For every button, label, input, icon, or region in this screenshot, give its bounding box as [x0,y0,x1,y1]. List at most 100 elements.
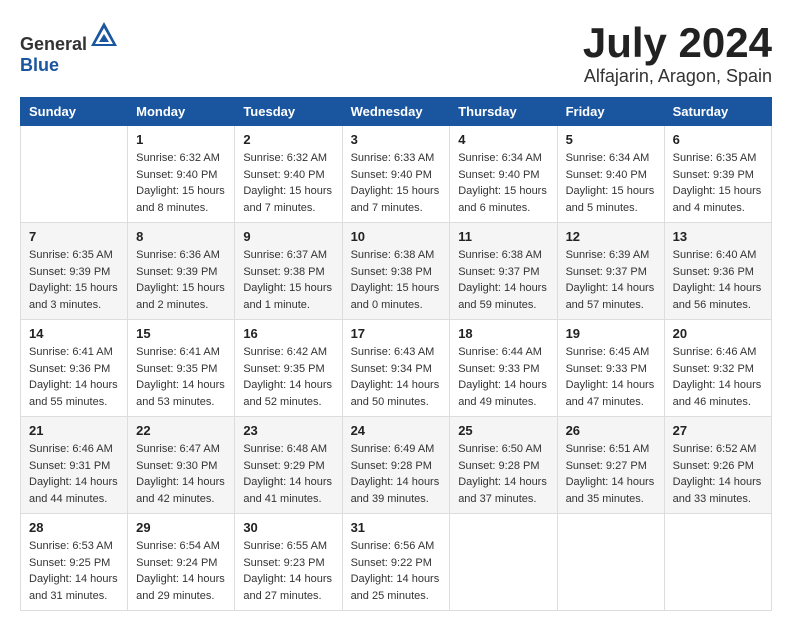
calendar-cell: 2 Sunrise: 6:32 AMSunset: 9:40 PMDayligh… [235,126,342,223]
day-number: 27 [673,423,763,438]
calendar-cell: 30 Sunrise: 6:55 AMSunset: 9:23 PMDaylig… [235,514,342,611]
cell-info: Sunrise: 6:32 AMSunset: 9:40 PMDaylight:… [243,152,332,214]
day-number: 6 [673,132,763,147]
day-number: 28 [29,520,119,535]
calendar-cell: 18 Sunrise: 6:44 AMSunset: 9:33 PMDaylig… [450,320,557,417]
cell-info: Sunrise: 6:37 AMSunset: 9:38 PMDaylight:… [243,249,332,311]
day-number: 8 [136,229,226,244]
day-number: 10 [351,229,442,244]
day-number: 20 [673,326,763,341]
calendar-cell: 21 Sunrise: 6:46 AMSunset: 9:31 PMDaylig… [21,417,128,514]
day-number: 21 [29,423,119,438]
cell-info: Sunrise: 6:45 AMSunset: 9:33 PMDaylight:… [566,346,655,408]
day-number: 16 [243,326,333,341]
day-number: 22 [136,423,226,438]
calendar-cell: 8 Sunrise: 6:36 AMSunset: 9:39 PMDayligh… [128,223,235,320]
calendar-week-row: 28 Sunrise: 6:53 AMSunset: 9:25 PMDaylig… [21,514,772,611]
calendar-cell: 23 Sunrise: 6:48 AMSunset: 9:29 PMDaylig… [235,417,342,514]
calendar-cell: 22 Sunrise: 6:47 AMSunset: 9:30 PMDaylig… [128,417,235,514]
cell-info: Sunrise: 6:34 AMSunset: 9:40 PMDaylight:… [566,152,655,214]
calendar-week-row: 7 Sunrise: 6:35 AMSunset: 9:39 PMDayligh… [21,223,772,320]
logo-blue: Blue [20,55,59,75]
day-number: 2 [243,132,333,147]
day-number: 29 [136,520,226,535]
calendar-cell: 15 Sunrise: 6:41 AMSunset: 9:35 PMDaylig… [128,320,235,417]
cell-info: Sunrise: 6:40 AMSunset: 9:36 PMDaylight:… [673,249,762,311]
cell-info: Sunrise: 6:46 AMSunset: 9:32 PMDaylight:… [673,346,762,408]
month-title: July 2024 [583,20,772,66]
calendar-cell: 6 Sunrise: 6:35 AMSunset: 9:39 PMDayligh… [664,126,771,223]
day-number: 30 [243,520,333,535]
day-header-tuesday: Tuesday [235,98,342,126]
calendar-cell: 3 Sunrise: 6:33 AMSunset: 9:40 PMDayligh… [342,126,450,223]
day-number: 31 [351,520,442,535]
cell-info: Sunrise: 6:35 AMSunset: 9:39 PMDaylight:… [29,249,118,311]
title-section: July 2024 Alfajarin, Aragon, Spain [583,20,772,87]
day-number: 23 [243,423,333,438]
calendar-cell: 4 Sunrise: 6:34 AMSunset: 9:40 PMDayligh… [450,126,557,223]
calendar-cell: 26 Sunrise: 6:51 AMSunset: 9:27 PMDaylig… [557,417,664,514]
calendar-cell: 14 Sunrise: 6:41 AMSunset: 9:36 PMDaylig… [21,320,128,417]
day-number: 3 [351,132,442,147]
cell-info: Sunrise: 6:42 AMSunset: 9:35 PMDaylight:… [243,346,332,408]
cell-info: Sunrise: 6:38 AMSunset: 9:37 PMDaylight:… [458,249,547,311]
logo-text: General Blue [20,20,119,76]
calendar-cell: 5 Sunrise: 6:34 AMSunset: 9:40 PMDayligh… [557,126,664,223]
day-number: 12 [566,229,656,244]
calendar-cell: 12 Sunrise: 6:39 AMSunset: 9:37 PMDaylig… [557,223,664,320]
cell-info: Sunrise: 6:49 AMSunset: 9:28 PMDaylight:… [351,443,440,505]
day-number: 14 [29,326,119,341]
calendar-cell: 17 Sunrise: 6:43 AMSunset: 9:34 PMDaylig… [342,320,450,417]
calendar-cell: 10 Sunrise: 6:38 AMSunset: 9:38 PMDaylig… [342,223,450,320]
day-number: 4 [458,132,548,147]
calendar-cell: 31 Sunrise: 6:56 AMSunset: 9:22 PMDaylig… [342,514,450,611]
cell-info: Sunrise: 6:43 AMSunset: 9:34 PMDaylight:… [351,346,440,408]
calendar-cell: 7 Sunrise: 6:35 AMSunset: 9:39 PMDayligh… [21,223,128,320]
calendar-cell: 25 Sunrise: 6:50 AMSunset: 9:28 PMDaylig… [450,417,557,514]
calendar-cell: 9 Sunrise: 6:37 AMSunset: 9:38 PMDayligh… [235,223,342,320]
calendar-cell: 13 Sunrise: 6:40 AMSunset: 9:36 PMDaylig… [664,223,771,320]
day-number: 25 [458,423,548,438]
calendar-cell: 27 Sunrise: 6:52 AMSunset: 9:26 PMDaylig… [664,417,771,514]
cell-info: Sunrise: 6:32 AMSunset: 9:40 PMDaylight:… [136,152,225,214]
cell-info: Sunrise: 6:39 AMSunset: 9:37 PMDaylight:… [566,249,655,311]
cell-info: Sunrise: 6:56 AMSunset: 9:22 PMDaylight:… [351,540,440,602]
day-number: 7 [29,229,119,244]
cell-info: Sunrise: 6:55 AMSunset: 9:23 PMDaylight:… [243,540,332,602]
day-number: 5 [566,132,656,147]
cell-info: Sunrise: 6:51 AMSunset: 9:27 PMDaylight:… [566,443,655,505]
cell-info: Sunrise: 6:38 AMSunset: 9:38 PMDaylight:… [351,249,440,311]
calendar-cell: 19 Sunrise: 6:45 AMSunset: 9:33 PMDaylig… [557,320,664,417]
day-header-monday: Monday [128,98,235,126]
day-number: 1 [136,132,226,147]
day-number: 24 [351,423,442,438]
calendar-cell: 11 Sunrise: 6:38 AMSunset: 9:37 PMDaylig… [450,223,557,320]
cell-info: Sunrise: 6:44 AMSunset: 9:33 PMDaylight:… [458,346,547,408]
day-number: 11 [458,229,548,244]
cell-info: Sunrise: 6:52 AMSunset: 9:26 PMDaylight:… [673,443,762,505]
day-number: 15 [136,326,226,341]
day-number: 13 [673,229,763,244]
logo-icon [89,20,119,50]
calendar-cell [664,514,771,611]
cell-info: Sunrise: 6:35 AMSunset: 9:39 PMDaylight:… [673,152,762,214]
day-number: 19 [566,326,656,341]
cell-info: Sunrise: 6:54 AMSunset: 9:24 PMDaylight:… [136,540,225,602]
calendar-cell: 29 Sunrise: 6:54 AMSunset: 9:24 PMDaylig… [128,514,235,611]
calendar-cell: 28 Sunrise: 6:53 AMSunset: 9:25 PMDaylig… [21,514,128,611]
calendar-cell [450,514,557,611]
calendar-table: SundayMondayTuesdayWednesdayThursdayFrid… [20,97,772,611]
calendar-cell [557,514,664,611]
page-header: General Blue July 2024 Alfajarin, Aragon… [20,20,772,87]
day-header-friday: Friday [557,98,664,126]
cell-info: Sunrise: 6:53 AMSunset: 9:25 PMDaylight:… [29,540,118,602]
day-header-wednesday: Wednesday [342,98,450,126]
calendar-header-row: SundayMondayTuesdayWednesdayThursdayFrid… [21,98,772,126]
cell-info: Sunrise: 6:41 AMSunset: 9:36 PMDaylight:… [29,346,118,408]
calendar-week-row: 14 Sunrise: 6:41 AMSunset: 9:36 PMDaylig… [21,320,772,417]
logo-general: General [20,34,87,54]
calendar-cell: 20 Sunrise: 6:46 AMSunset: 9:32 PMDaylig… [664,320,771,417]
calendar-cell: 16 Sunrise: 6:42 AMSunset: 9:35 PMDaylig… [235,320,342,417]
day-number: 18 [458,326,548,341]
day-header-saturday: Saturday [664,98,771,126]
